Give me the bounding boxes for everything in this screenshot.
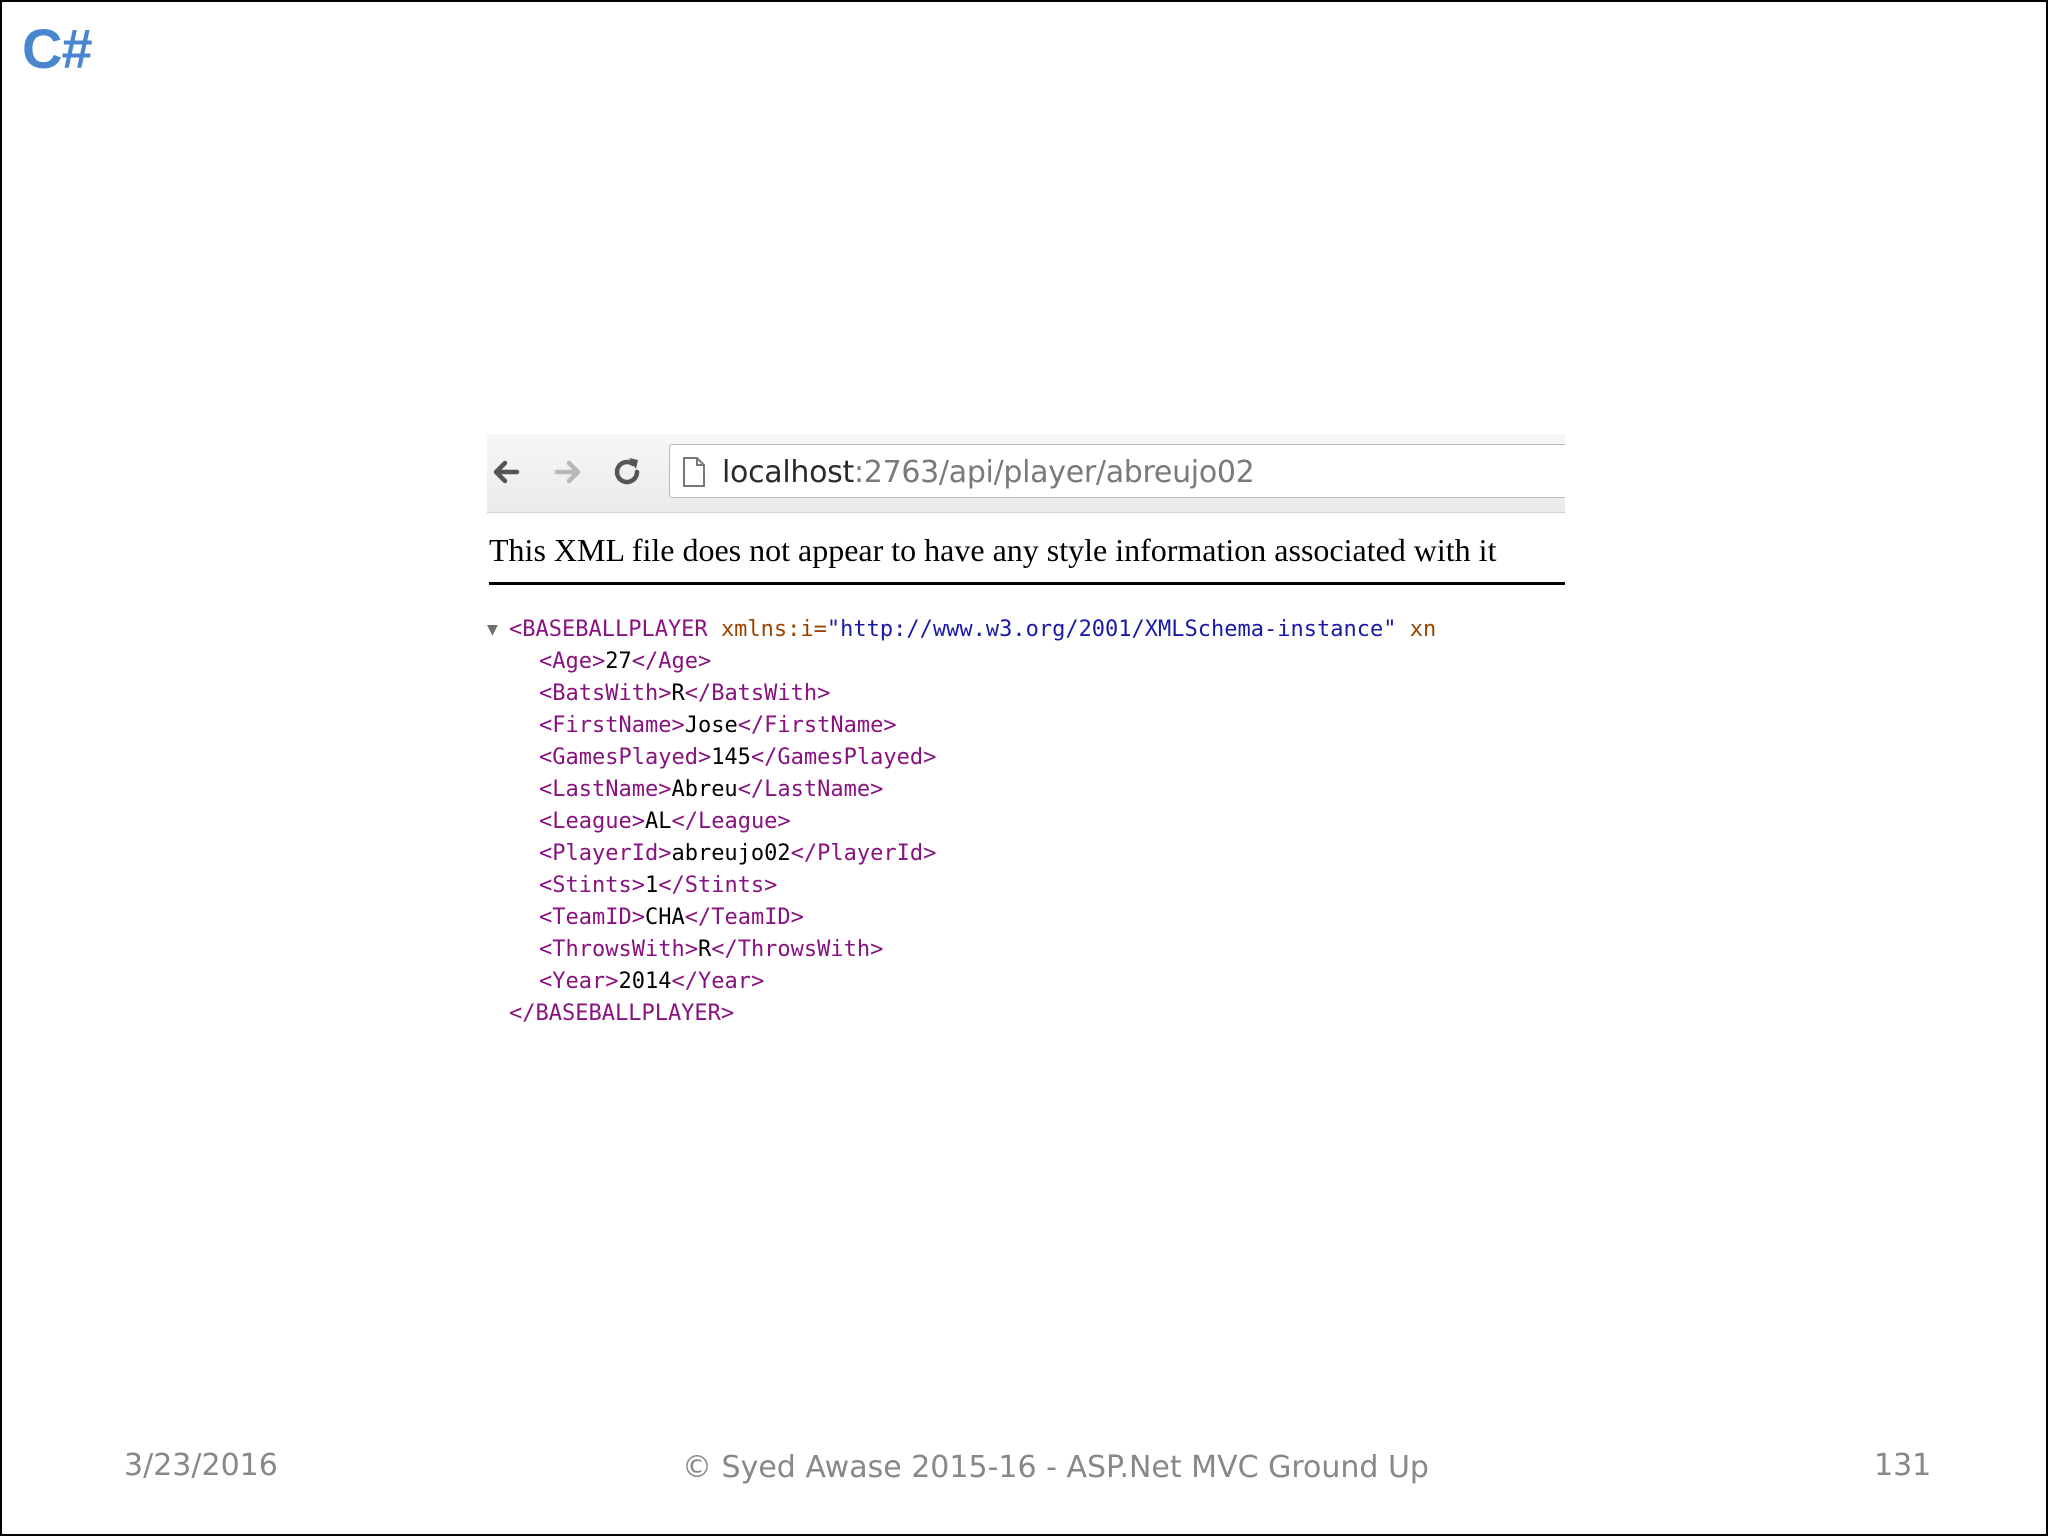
- xml-open-tag: <Year>: [539, 969, 619, 994]
- xml-open-tag: <TeamID>: [539, 905, 645, 930]
- xml-close-tag: </Year>: [671, 969, 765, 994]
- xml-child-line: <LastName>Abreu</LastName>: [487, 774, 1436, 806]
- xml-value: 1: [644, 873, 659, 898]
- xml-attr-eq: =: [813, 617, 827, 642]
- xml-value: 145: [711, 745, 751, 770]
- page-number: 131: [1874, 1448, 1932, 1483]
- xml-close-tag: </ThrowsWith>: [711, 937, 884, 962]
- xml-value: abreujo02: [671, 841, 791, 866]
- xml-value: R: [697, 937, 712, 962]
- xml-child-line: <BatsWith>R</BatsWith>: [487, 678, 1436, 710]
- xml-child-line: <League>AL</League>: [487, 806, 1436, 838]
- xml-child-line: <Age>27</Age>: [487, 646, 1436, 678]
- xml-value: Abreu: [671, 777, 738, 802]
- back-arrow-icon[interactable]: [487, 452, 527, 492]
- xml-close-tag: </Stints>: [658, 873, 778, 898]
- xml-close-tag: </BatsWith>: [684, 681, 831, 706]
- xml-value: R: [671, 681, 685, 706]
- browser-toolbar: localhost:2763/api/player/abreujo02: [487, 434, 1565, 513]
- page-icon: [682, 457, 706, 487]
- xml-open-tag: <GamesPlayed>: [539, 745, 712, 770]
- xml-root-open-line: ▼ <BASEBALLPLAYER xmlns:i="http://www.w3.…: [487, 614, 1436, 646]
- xml-open-tag: <ThrowsWith>: [539, 937, 698, 962]
- csharp-logo: C#: [22, 17, 93, 80]
- xml-close-tag: </GamesPlayed>: [750, 745, 937, 770]
- xml-close-tag: </PlayerId>: [790, 841, 937, 866]
- xml-value: 2014: [618, 969, 672, 994]
- slide: C# localhost:2763/api/player/abreujo02 T…: [0, 0, 2048, 1536]
- xml-attr-name: xmlns:i: [720, 617, 814, 642]
- notice-divider: [489, 582, 1565, 585]
- xml-open-tag: <BatsWith>: [539, 681, 672, 706]
- xml-close-tag: </FirstName>: [737, 713, 897, 738]
- xml-root-close-line: </BASEBALLPLAYER>: [487, 998, 1436, 1030]
- xml-child-line: <Year>2014</Year>: [487, 966, 1436, 998]
- xml-close-tag: </League>: [671, 809, 791, 834]
- xml-child-line: <PlayerId>abreujo02</PlayerId>: [487, 838, 1436, 870]
- url-text: localhost:2763/api/player/abreujo02: [722, 455, 1255, 490]
- footer-date: 3/23/2016: [124, 1448, 278, 1483]
- footer-copyright: © Syed Awase 2015-16 - ASP.Net MVC Groun…: [682, 1450, 1429, 1485]
- xml-root-close-tag: </BASEBALLPLAYER>: [509, 1001, 735, 1026]
- address-bar[interactable]: localhost:2763/api/player/abreujo02: [669, 444, 1565, 498]
- xml-child-line: <GamesPlayed>145</GamesPlayed>: [487, 742, 1436, 774]
- xml-value: 27: [605, 649, 632, 674]
- url-path: :2763/api/player/abreujo02: [853, 455, 1255, 490]
- xml-open-tag: <LastName>: [539, 777, 672, 802]
- xml-close-tag: </TeamID>: [684, 905, 804, 930]
- forward-arrow-icon[interactable]: [547, 452, 587, 492]
- xml-attr-next: xn: [1409, 617, 1437, 642]
- xml-open-tag: <Stints>: [539, 873, 645, 898]
- browser-screenshot: localhost:2763/api/player/abreujo02 This…: [487, 434, 1565, 1034]
- xml-close-tag: </Age>: [631, 649, 712, 674]
- xml-child-line: <TeamID>CHA</TeamID>: [487, 902, 1436, 934]
- xml-open-tag: <FirstName>: [539, 713, 685, 738]
- xml-root-tag: <BASEBALLPLAYER: [509, 617, 708, 642]
- xml-style-notice: This XML file does not appear to have an…: [489, 532, 1497, 568]
- xml-value: Jose: [684, 713, 738, 738]
- xml-tree: ▼ <BASEBALLPLAYER xmlns:i="http://www.w3.…: [487, 614, 1436, 1030]
- xml-attr-value: "http://www.w3.org/2001/XMLSchema-instan…: [826, 617, 1397, 642]
- xml-value: AL: [644, 809, 672, 834]
- xml-open-tag: <PlayerId>: [539, 841, 672, 866]
- xml-value: CHA: [644, 905, 685, 930]
- xml-close-tag: </LastName>: [737, 777, 884, 802]
- reload-icon[interactable]: [607, 452, 647, 492]
- xml-child-line: <FirstName>Jose</FirstName>: [487, 710, 1436, 742]
- url-host: localhost: [722, 455, 854, 490]
- xml-child-line: <ThrowsWith>R</ThrowsWith>: [487, 934, 1436, 966]
- xml-open-tag: <League>: [539, 809, 645, 834]
- xml-open-tag: <Age>: [539, 649, 606, 674]
- collapse-triangle-icon[interactable]: ▼: [487, 614, 498, 646]
- xml-child-line: <Stints>1</Stints>: [487, 870, 1436, 902]
